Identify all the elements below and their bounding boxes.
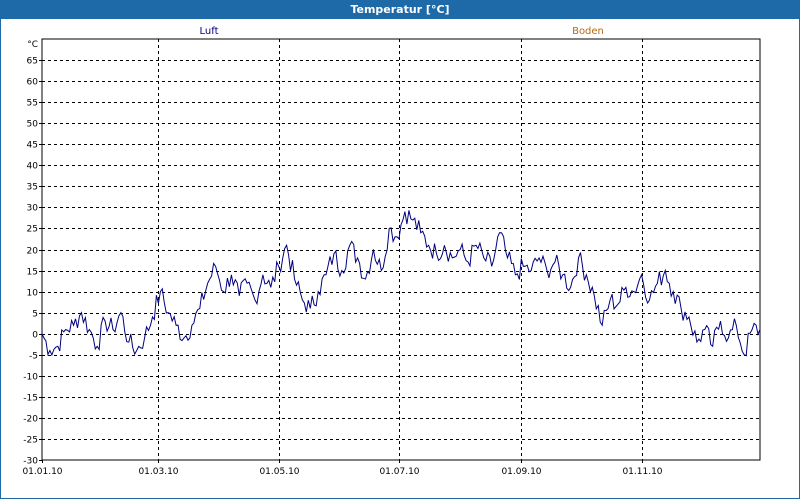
y-tick-label: 15 <box>27 268 38 278</box>
y-tick-label: 20 <box>27 247 39 257</box>
legend-entry: Boden <box>572 26 604 37</box>
y-tick-label: 40 <box>27 162 39 172</box>
legend: Luft Boden <box>200 26 604 37</box>
y-tick-label: -15 <box>23 394 38 404</box>
x-tick-label: 01.01.10 <box>22 467 62 477</box>
y-tick-label: 65 <box>27 57 38 67</box>
y-tick-label: 25 <box>27 225 38 235</box>
y-axis-ticks: 65605550454035302520151050-5-10-15-20-25… <box>23 57 42 467</box>
x-tick-label: 01.07.10 <box>379 467 419 477</box>
grid-lines <box>42 39 760 460</box>
y-tick-label: 50 <box>27 120 39 130</box>
legend-entry: Luft <box>200 26 219 37</box>
y-tick-label: 55 <box>27 99 38 109</box>
y-tick-label: 45 <box>27 141 38 151</box>
temperature-chart: 65605550454035302520151050-5-10-15-20-25… <box>22 26 761 477</box>
x-tick-label: 01.05.10 <box>259 467 299 477</box>
x-axis-ticks: 01.01.10 01.03.10 01.05.10 01.07.10 01.09.10… <box>22 460 663 477</box>
series-line-luft <box>41 210 761 357</box>
y-tick-label: 5 <box>32 310 38 320</box>
x-tick-label: 01.09.10 <box>501 467 541 477</box>
plot-area <box>41 38 761 461</box>
y-tick-label: -30 <box>23 457 38 467</box>
y-tick-label: -5 <box>29 352 38 362</box>
y-tick-label: 60 <box>27 78 39 88</box>
y-tick-label: -25 <box>23 436 38 446</box>
y-tick-label: 0 <box>32 331 38 341</box>
y-tick-label: -10 <box>23 373 38 383</box>
x-tick-label: 01.03.10 <box>138 467 178 477</box>
y-tick-label: 30 <box>27 204 39 214</box>
y-tick-label: -20 <box>23 415 38 425</box>
y-tick-label: 35 <box>27 183 38 193</box>
x-tick-label: 01.11.10 <box>622 467 662 477</box>
y-axis-label: °C <box>27 40 38 50</box>
series-lines <box>41 210 761 357</box>
y-tick-label: 10 <box>27 289 39 299</box>
